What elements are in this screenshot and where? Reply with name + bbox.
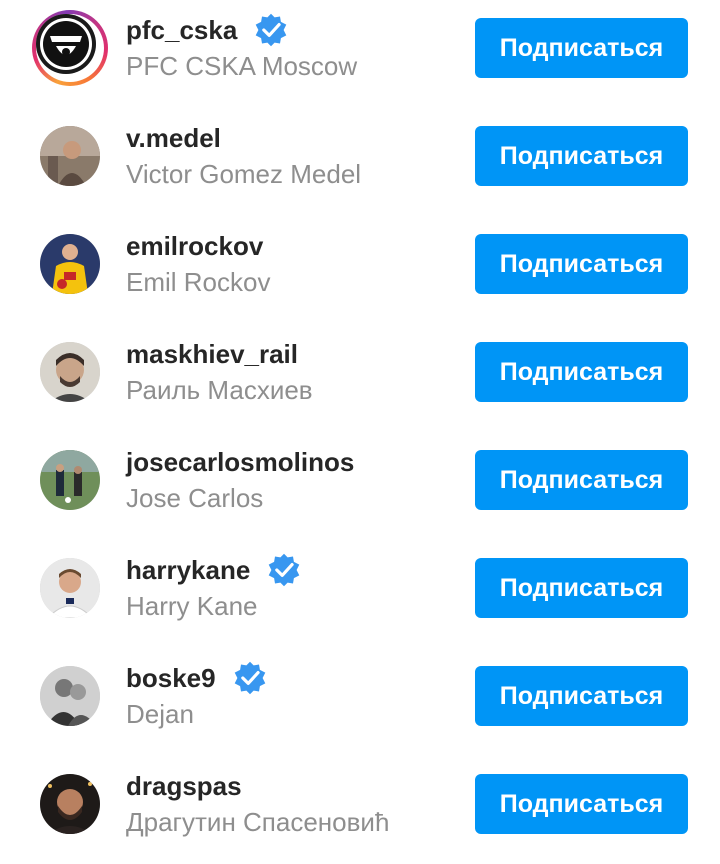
suggested-account-row[interactable]: pfc_cska PFC CSKA Moscow Подписаться [0,0,720,108]
username[interactable]: harrykane [126,555,250,586]
full-name: Драгутин Спасеновић [126,807,390,837]
follow-button[interactable]: Подписаться [475,450,688,510]
avatar[interactable] [40,558,100,618]
suggested-account-row[interactable]: josecarlosmolinos Jose Carlos Подписатьс… [0,432,720,540]
verified-badge-icon [234,661,265,695]
username[interactable]: emilrockov [126,231,263,262]
avatar[interactable] [40,774,100,834]
suggested-account-row[interactable]: v.medel Victor Gomez Medel Подписаться [0,108,720,216]
avatar[interactable] [40,126,100,186]
full-name: Раиль Масхиев [126,375,313,405]
avatar[interactable] [40,450,100,510]
suggested-account-row[interactable]: maskhiev_rail Раиль Масхиев Подписаться [0,324,720,432]
full-name: Jose Carlos [126,483,264,513]
follow-button[interactable]: Подписаться [475,774,688,834]
follow-button[interactable]: Подписаться [475,18,688,78]
username[interactable]: dragspas [126,771,242,802]
avatar[interactable] [40,666,100,726]
full-name: Victor Gomez Medel [126,159,362,189]
follow-button[interactable]: Подписаться [475,666,688,726]
verified-badge-icon [269,553,300,587]
username[interactable]: pfc_cska [126,15,237,46]
avatar[interactable] [36,14,96,74]
follow-button[interactable]: Подписаться [475,126,688,186]
suggested-account-row[interactable]: dragspas Драгутин Спасеновић Подписаться [0,756,720,864]
username[interactable]: josecarlosmolinos [126,447,354,478]
full-name: Dejan [126,699,194,729]
suggested-account-row[interactable]: emilrockov Emil Rockov Подписаться [0,216,720,324]
username[interactable]: boske9 [126,663,216,694]
username[interactable]: v.medel [126,123,221,154]
story-ring[interactable] [32,10,108,86]
suggested-account-row[interactable]: boske9 Dejan Подписаться [0,648,720,756]
follow-button[interactable]: Подписаться [475,558,688,618]
full-name: PFC CSKA Moscow [126,51,358,81]
full-name: Harry Kane [126,591,258,621]
suggested-account-row[interactable]: harrykane Harry Kane Подписаться [0,540,720,648]
avatar[interactable] [40,234,100,294]
follow-button[interactable]: Подписаться [475,342,688,402]
suggested-accounts-list: pfc_cska PFC CSKA Moscow Подписаться v.m… [0,0,720,852]
follow-button[interactable]: Подписаться [475,234,688,294]
verified-badge-icon [256,13,287,47]
full-name: Emil Rockov [126,267,271,297]
avatar[interactable] [40,342,100,402]
username[interactable]: maskhiev_rail [126,339,298,370]
